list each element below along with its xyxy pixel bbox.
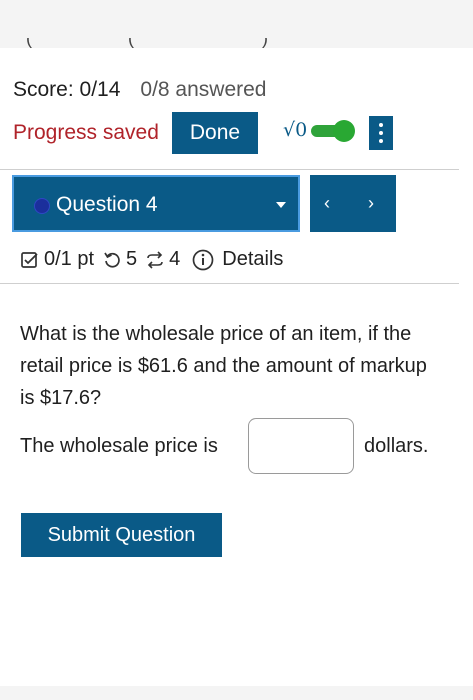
more-options-icon[interactable]	[369, 116, 393, 150]
progress-saved-status: Progress saved	[13, 121, 159, 144]
cut-off-text: (()	[26, 38, 268, 48]
answer-input[interactable]	[248, 418, 354, 474]
retries-info: 4	[145, 248, 180, 271]
next-question-button[interactable]: ›	[368, 193, 374, 214]
submit-question-button[interactable]: Submit Question	[21, 513, 222, 557]
answered-count: 0/8 answered	[140, 78, 267, 101]
question-meta: 0/1 pt 5 4 Details	[20, 248, 283, 271]
points-info: 0/1 pt	[20, 248, 94, 271]
done-button[interactable]: Done	[172, 112, 258, 154]
caret-down-icon	[276, 202, 286, 208]
question-select[interactable]: Question 4	[12, 175, 300, 232]
toggle-knob	[333, 120, 355, 142]
repeat-icon	[147, 250, 163, 269]
math-entry-toggle[interactable]	[311, 120, 355, 142]
undo-icon	[104, 252, 120, 267]
answer-prefix: The wholesale price is	[20, 435, 218, 457]
divider	[0, 283, 459, 284]
retries-count: 4	[169, 248, 181, 270]
math-entry-icon: √0	[283, 119, 308, 141]
divider	[0, 169, 459, 170]
question-status-dot	[34, 198, 50, 214]
points-text: 0/1 pt	[44, 248, 95, 270]
question-nav-buttons: ‹ ›	[310, 175, 396, 232]
question-select-label: Question 4	[56, 193, 158, 216]
question-text: What is the wholesale price of an item, …	[20, 323, 427, 409]
attempts-count: 5	[126, 248, 138, 270]
checkbox-check-icon	[21, 251, 38, 268]
score-text: Score: 0/14	[13, 78, 121, 101]
browser-top-strip: (()	[0, 0, 473, 48]
browser-bottom-strip	[0, 686, 473, 700]
answer-suffix: dollars.	[364, 435, 429, 457]
attempts-info: 5	[102, 248, 137, 271]
details-link[interactable]: Details	[192, 248, 283, 271]
score-summary: Score: 0/14 0/8 answered	[13, 78, 267, 102]
previous-question-button[interactable]: ‹	[324, 193, 330, 214]
info-icon	[192, 249, 214, 270]
details-label: Details	[222, 248, 284, 270]
